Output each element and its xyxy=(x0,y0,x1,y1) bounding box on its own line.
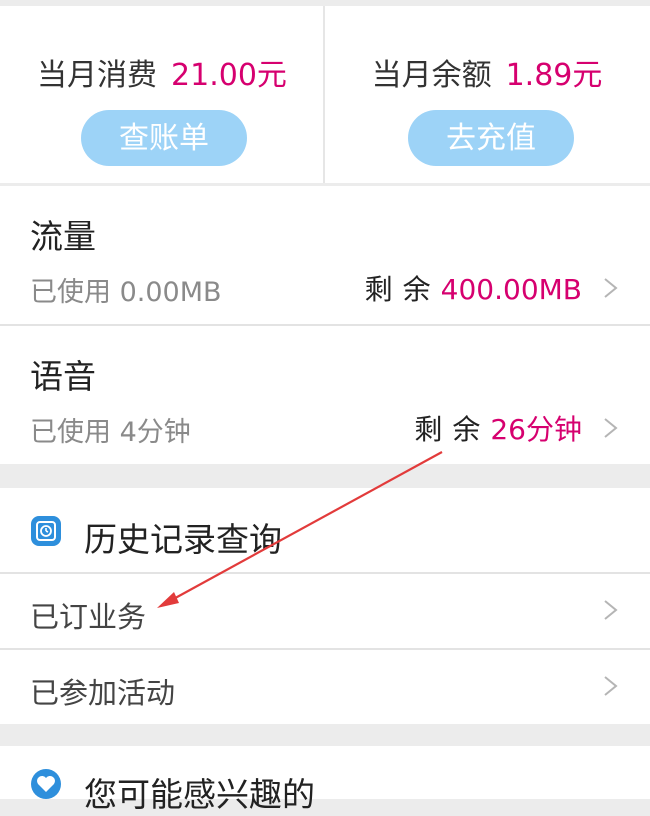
heart-icon xyxy=(31,769,61,799)
subscribed-services-label: 已订业务 xyxy=(30,600,147,634)
history-section-header: 历史记录查询 xyxy=(0,488,650,572)
monthly-spend-label: 当月消费 xyxy=(37,58,158,93)
balance-card: 当月余额 1.89元 去充值 xyxy=(325,6,649,183)
interest-section-title: 您可能感兴趣的 xyxy=(84,775,315,814)
voice-remaining-value: 26分钟 xyxy=(490,413,582,446)
recharge-button[interactable]: 去充值 xyxy=(408,110,574,166)
billing-summary-panel: 当月消费 21.00元 查账单 当月余额 1.89元 去充值 xyxy=(0,0,650,183)
data-remaining: 剩余400.00MB xyxy=(365,268,582,308)
clock-icon xyxy=(31,516,61,546)
monthly-spend-card: 当月消费 21.00元 查账单 xyxy=(0,6,324,183)
joined-activities-row[interactable]: 已参加活动 xyxy=(0,650,650,724)
data-used-text: 已使用 0.00MB xyxy=(30,277,222,308)
voice-remaining: 剩余26分钟 xyxy=(414,408,582,448)
view-bill-button[interactable]: 查账单 xyxy=(81,110,247,166)
voice-usage-title: 语音 xyxy=(30,357,96,396)
data-usage-title: 流量 xyxy=(30,217,96,256)
data-usage-row[interactable]: 流量 已使用 0.00MB 剩余400.00MB xyxy=(0,186,650,324)
voice-used-text: 已使用 4分钟 xyxy=(30,417,191,448)
balance-label: 当月余额 xyxy=(371,58,492,93)
balance-value: 1.89元 xyxy=(505,58,603,93)
voice-usage-row[interactable]: 语音 已使用 4分钟 剩余26分钟 xyxy=(0,326,650,464)
history-section-title: 历史记录查询 xyxy=(84,520,282,559)
chevron-right-icon xyxy=(604,676,618,696)
subscribed-services-row[interactable]: 已订业务 xyxy=(0,574,650,648)
chevron-right-icon xyxy=(604,600,618,620)
chevron-right-icon xyxy=(604,278,618,298)
voice-remaining-label: 剩余 xyxy=(414,413,491,446)
chevron-right-icon xyxy=(604,418,618,438)
joined-activities-label: 已参加活动 xyxy=(30,676,176,710)
balance-line: 当月余额 1.89元 xyxy=(325,50,649,94)
data-remaining-label: 剩余 xyxy=(364,273,441,306)
data-remaining-value: 400.00MB xyxy=(440,273,582,306)
interest-section-header: 您可能感兴趣的 xyxy=(0,746,650,814)
monthly-spend-value: 21.00元 xyxy=(171,58,287,93)
monthly-spend-line: 当月消费 21.00元 xyxy=(0,50,324,94)
